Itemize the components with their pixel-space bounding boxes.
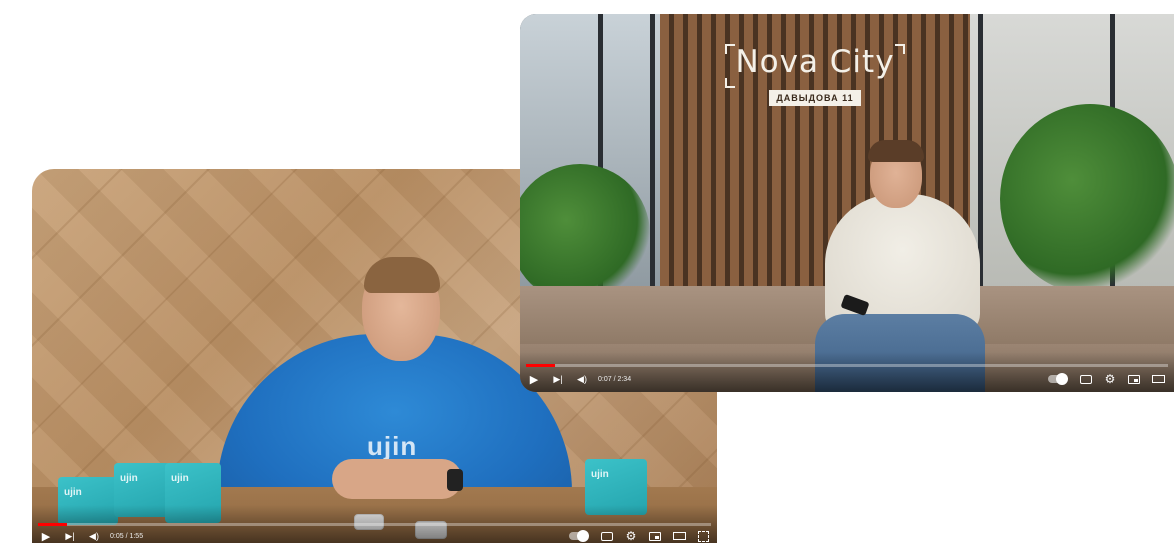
sign-title: Nova City bbox=[735, 44, 895, 80]
subtitles-icon[interactable] bbox=[597, 528, 617, 543]
volume-icon[interactable]: ◀) bbox=[84, 528, 104, 543]
autoplay-toggle-icon[interactable] bbox=[569, 530, 589, 542]
miniplayer-icon[interactable] bbox=[645, 528, 665, 543]
miniplayer-icon[interactable] bbox=[1124, 371, 1144, 387]
subtitles-icon[interactable] bbox=[1076, 371, 1096, 387]
product-box-label: ujin bbox=[171, 473, 189, 484]
theater-mode-icon[interactable] bbox=[1148, 371, 1168, 387]
presenter-hair bbox=[868, 140, 924, 162]
window-frame bbox=[650, 14, 655, 304]
theater-mode-icon[interactable] bbox=[669, 528, 689, 543]
settings-icon[interactable]: ⚙ bbox=[1100, 371, 1120, 387]
hoodie-logo-text: ujin bbox=[367, 431, 418, 461]
sign-subtitle: ДАВЫДОВА 11 bbox=[769, 90, 861, 106]
product-box-label: ujin bbox=[591, 469, 609, 480]
wristwatch bbox=[447, 469, 463, 491]
product-box-label: ujin bbox=[120, 473, 138, 484]
next-icon[interactable]: ▶| bbox=[60, 528, 80, 543]
progress-bar[interactable] bbox=[38, 523, 711, 526]
player-controls-right: ▶ ▶| ◀) 0:07 / 2:34 ⚙ bbox=[520, 352, 1174, 392]
progress-bar[interactable] bbox=[526, 364, 1168, 367]
product-box-label: ujin bbox=[64, 487, 82, 498]
volume-icon[interactable]: ◀) bbox=[572, 371, 592, 387]
next-icon[interactable]: ▶| bbox=[548, 371, 568, 387]
autoplay-toggle-icon[interactable] bbox=[1048, 373, 1068, 385]
nova-city-sign: Nova City ДАВЫДОВА 11 bbox=[725, 44, 905, 108]
settings-icon[interactable]: ⚙ bbox=[621, 528, 641, 543]
player-controls-left: ▶ ▶| ◀) 0:05 / 1:55 ⚙ bbox=[32, 505, 717, 543]
video-frame-right[interactable]: Nova City ДАВЫДОВА 11 bbox=[520, 14, 1174, 392]
play-icon[interactable]: ▶ bbox=[36, 528, 56, 543]
presenter-sweater bbox=[825, 194, 980, 334]
fullscreen-icon[interactable] bbox=[693, 528, 713, 543]
progress-played bbox=[526, 364, 555, 367]
video-player-right[interactable]: Nova City ДАВЫДОВА 11 ▶ ▶| ◀) 0:07 / 2:3… bbox=[520, 14, 1174, 392]
play-icon[interactable]: ▶ bbox=[524, 371, 544, 387]
presenter-hair bbox=[364, 257, 440, 293]
presenter-hands bbox=[332, 459, 462, 499]
plant-right bbox=[1000, 104, 1174, 294]
time-display: 0:05 / 1:55 bbox=[110, 532, 144, 540]
progress-played bbox=[38, 523, 67, 526]
time-display: 0:07 / 2:34 bbox=[598, 375, 632, 383]
